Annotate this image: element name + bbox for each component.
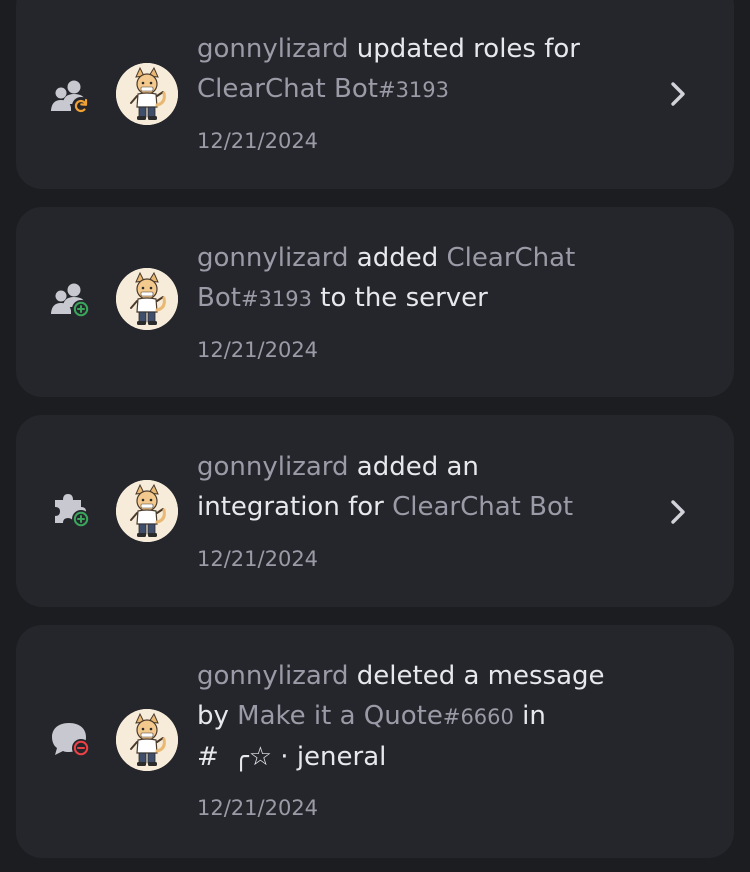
audit-log-list: gonnylizard updated roles for ClearChat … <box>0 0 750 872</box>
channel-separator: · <box>280 742 289 772</box>
avatar <box>116 480 178 542</box>
channel-name: jeneral <box>296 742 387 772</box>
channel-decoration: ╭☆ <box>233 742 273 772</box>
action-text: deleted a message <box>356 661 605 691</box>
in-text: in <box>522 701 546 731</box>
entry-description: gonnylizard added an integration for Cle… <box>197 447 573 527</box>
user-add-icon <box>49 280 90 318</box>
actor-name[interactable]: gonnylizard <box>197 34 349 64</box>
entry-description: gonnylizard added ClearChat Bot#3193 to … <box>197 238 575 319</box>
target-tag: #3193 <box>240 287 312 311</box>
action-text-continued: to the server <box>320 283 488 313</box>
entry-description: gonnylizard deleted a message by Make it… <box>197 656 605 777</box>
avatar <box>116 63 178 125</box>
entry-date: 12/21/2024 <box>197 338 319 362</box>
target-name[interactable]: ClearChat Bot <box>392 492 573 522</box>
audit-log-entry[interactable]: gonnylizard deleted a message by Make it… <box>16 625 734 858</box>
target-name-continued[interactable]: Bot <box>197 283 241 313</box>
target-tag: #6660 <box>442 705 514 729</box>
user-roles-update-icon <box>49 77 90 115</box>
chevron-right-icon[interactable] <box>666 78 690 110</box>
entry-date: 12/21/2024 <box>197 547 319 571</box>
channel-mention[interactable]: # ╭☆ · jeneral <box>197 737 605 777</box>
channel-hash-icon: # <box>197 742 219 772</box>
actor-name[interactable]: gonnylizard <box>197 452 349 482</box>
entry-date: 12/21/2024 <box>197 129 319 153</box>
target-name[interactable]: Make it a Quote <box>237 701 443 731</box>
action-text: added an <box>356 452 479 482</box>
chevron-right-icon[interactable] <box>666 496 690 528</box>
message-delete-icon <box>52 723 90 757</box>
avatar <box>116 268 178 330</box>
action-text: updated roles for <box>356 34 580 64</box>
integration-add-icon <box>55 494 90 528</box>
action-text: added <box>356 243 439 273</box>
action-text-continued: integration for <box>197 492 384 522</box>
audit-log-entry[interactable]: gonnylizard updated roles for ClearChat … <box>16 0 734 189</box>
avatar <box>116 709 178 771</box>
actor-name[interactable]: gonnylizard <box>197 243 349 273</box>
target-name[interactable]: ClearChat Bot <box>197 74 378 104</box>
audit-log-entry[interactable]: gonnylizard added ClearChat Bot#3193 to … <box>16 207 734 397</box>
actor-name[interactable]: gonnylizard <box>197 661 349 691</box>
target-tag: #3193 <box>377 78 450 102</box>
by-text: by <box>197 701 229 731</box>
entry-date: 12/21/2024 <box>197 796 319 820</box>
entry-description: gonnylizard updated roles for ClearChat … <box>197 29 580 110</box>
audit-log-entry[interactable]: gonnylizard added an integration for Cle… <box>16 415 734 607</box>
target-name[interactable]: ClearChat <box>447 243 576 273</box>
